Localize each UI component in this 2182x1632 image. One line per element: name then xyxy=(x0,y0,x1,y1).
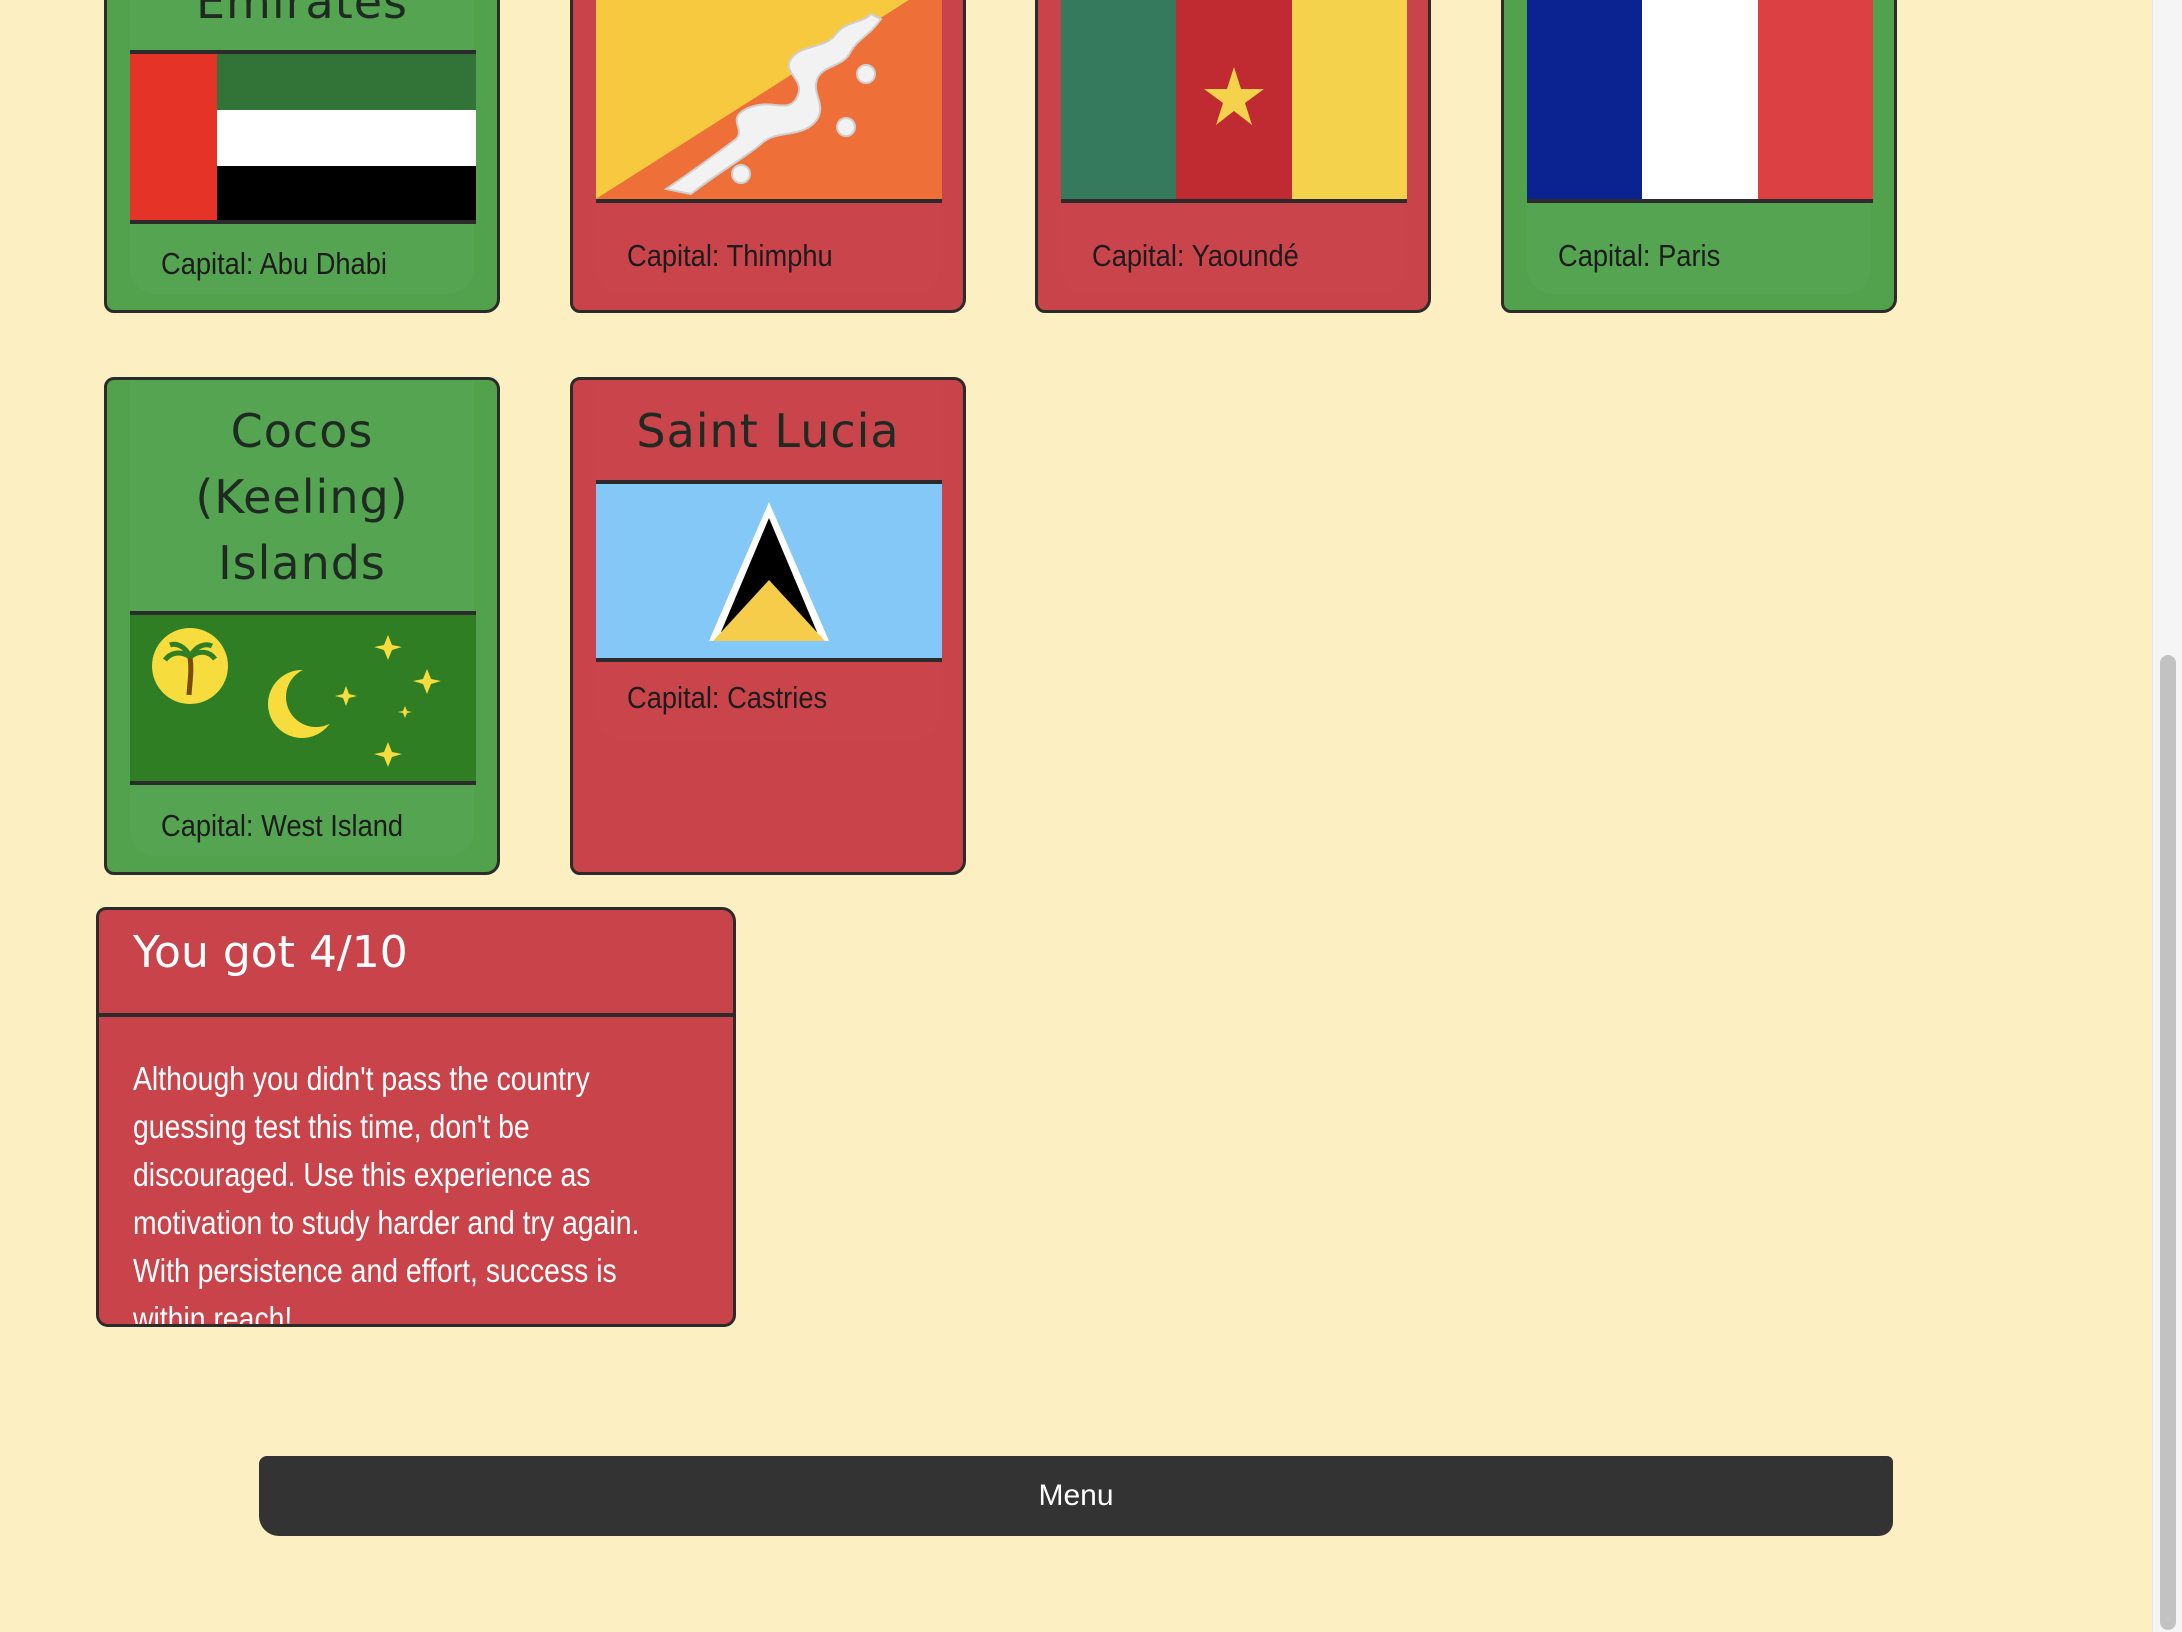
uae-flag-icon xyxy=(130,50,476,224)
capital-label: Capital: Castries xyxy=(627,680,828,715)
cocos-islands-flag-icon xyxy=(130,611,476,785)
country-card-saint-lucia: Saint Lucia Capital: Castries xyxy=(570,377,966,875)
menu-button[interactable]: Menu xyxy=(259,1456,1893,1536)
saint-lucia-flag-icon xyxy=(596,480,942,662)
country-card-france: Capital: Paris xyxy=(1501,0,1897,313)
result-message: Although you didn't pass the country gue… xyxy=(133,1060,640,1327)
france-flag-icon xyxy=(1527,0,1873,203)
country-card-bhutan: Capital: Thimphu xyxy=(570,0,966,313)
country-name: Cocos (Keeling) Islands xyxy=(195,404,409,590)
bhutan-flag-icon xyxy=(596,0,942,203)
country-card-cameroon: Capital: Yaoundé xyxy=(1035,0,1431,313)
result-panel: You got 4/10 Although you didn't pass th… xyxy=(96,907,736,1327)
country-card-cocos-islands: Cocos (Keeling) Islands Capital: West Is… xyxy=(104,377,500,875)
capital-label: Capital: West Island xyxy=(161,808,404,843)
capital-label: Capital: Thimphu xyxy=(627,238,833,273)
scrollbar-thumb[interactable] xyxy=(2160,655,2176,1630)
country-name: Saint Lucia xyxy=(636,404,900,458)
country-card-uae: Emirates Capital: Abu Dhabi xyxy=(104,0,500,313)
capital-label: Capital: Abu Dhabi xyxy=(161,246,387,281)
capital-label: Capital: Paris xyxy=(1558,238,1721,273)
capital-label: Capital: Yaoundé xyxy=(1092,238,1299,273)
cameroon-flag-icon xyxy=(1061,0,1407,203)
result-score-title: You got 4/10 xyxy=(133,927,408,978)
country-name: Emirates xyxy=(195,0,409,29)
